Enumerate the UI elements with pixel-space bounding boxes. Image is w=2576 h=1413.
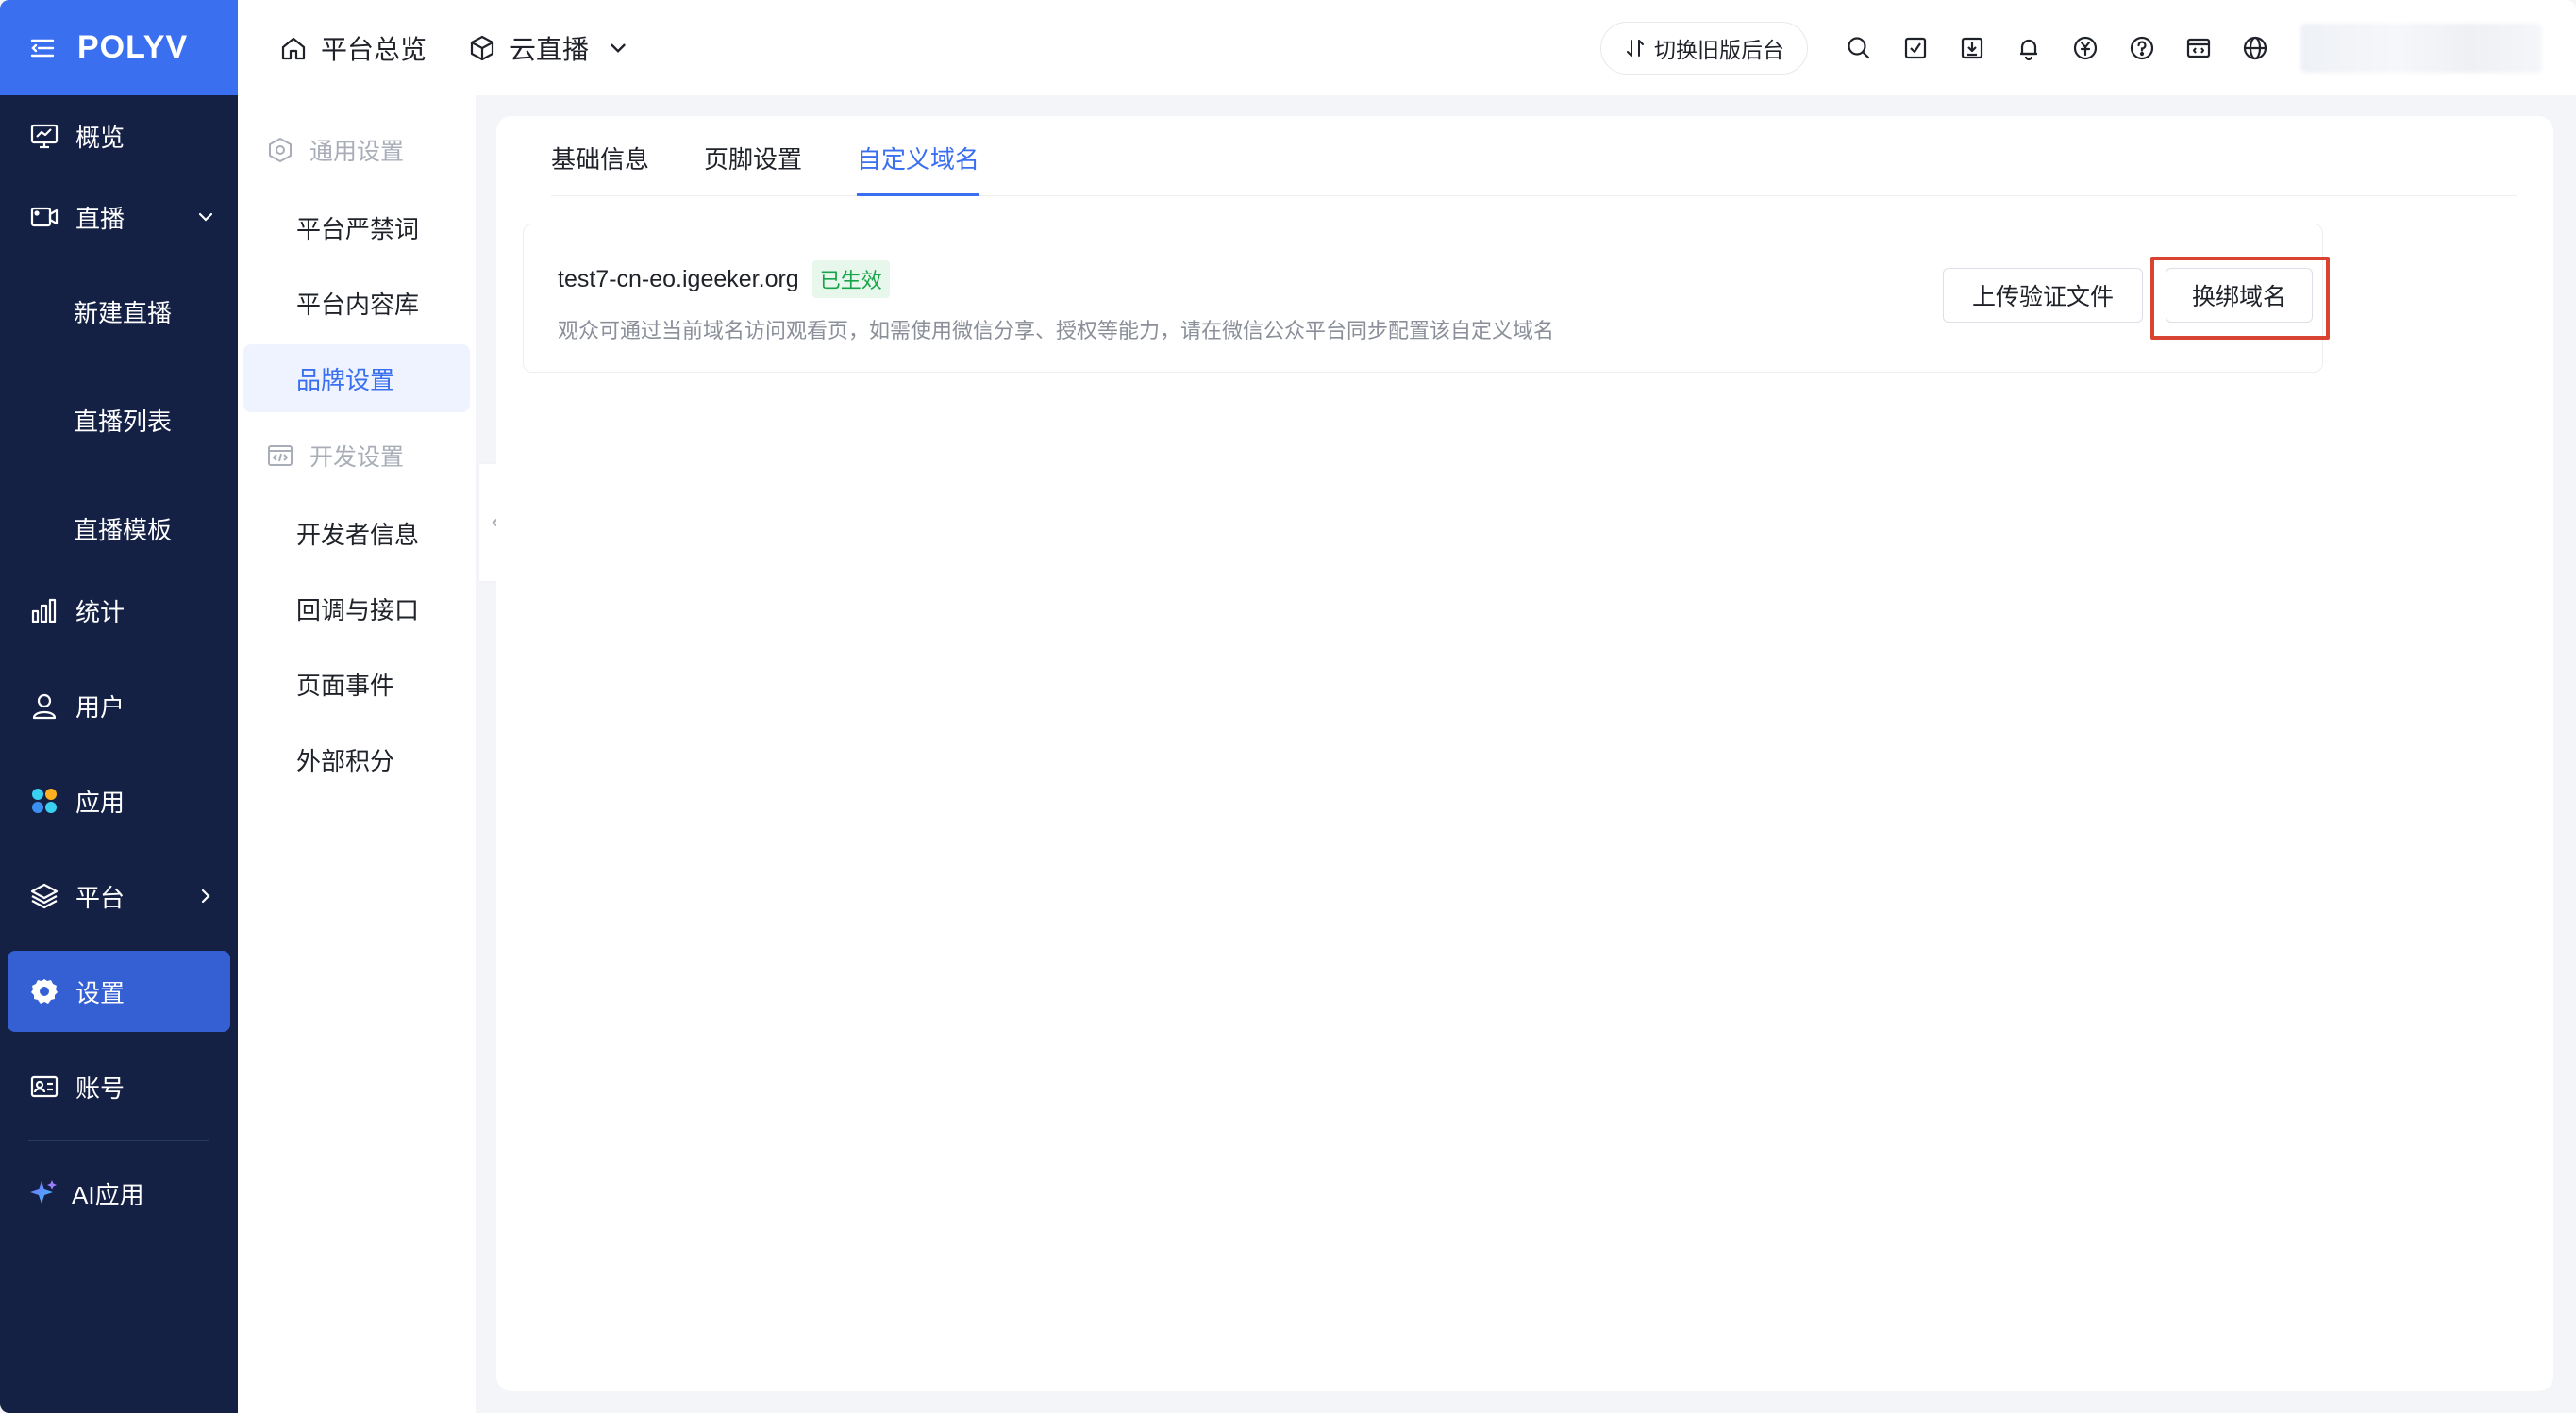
user-icon — [28, 690, 60, 722]
settings-submenu: 通用设置 平台严禁词 平台内容库 品牌设置 开发设置 开发者信息 回调与接口 页… — [238, 95, 476, 1413]
swap-icon — [1627, 39, 1644, 57]
product-switcher[interactable]: 云直播 — [468, 29, 630, 67]
tab-footer-settings[interactable]: 页脚设置 — [704, 116, 802, 195]
logo-bar: POLYV — [0, 0, 238, 95]
submenu-item-external-points[interactable]: 外部积分 — [243, 725, 470, 793]
sidebar-item-label: 应用 — [75, 788, 125, 817]
main-content: 基础信息 页脚设置 自定义域名 test7-cn-eo.igeeker.org … — [496, 116, 2553, 1391]
settings-tabs: 基础信息 页脚设置 自定义域名 — [551, 116, 2517, 196]
menu-toggle-icon[interactable] — [28, 34, 57, 62]
sidebar-item-apps[interactable]: 应用 — [0, 760, 238, 841]
task-icon[interactable] — [1901, 34, 1930, 62]
code-icon[interactable] — [2184, 34, 2213, 62]
submenu-item-content-library[interactable]: 平台内容库 — [243, 269, 470, 337]
domain-card: test7-cn-eo.igeeker.org 已生效 观众可通过当前域名访问观… — [523, 224, 2330, 373]
sidebar-subitem-new-live[interactable]: 新建直播 — [0, 258, 238, 366]
domain-description: 观众可通过当前域名访问观看页，如需使用微信分享、授权等能力，请在微信公众平台同步… — [558, 319, 1555, 342]
sidebar-item-ai[interactable]: AI应用 — [0, 1153, 238, 1234]
switch-old-console-button[interactable]: 切换旧版后台 — [1600, 21, 1808, 75]
submenu-group-label: 开发设置 — [309, 444, 405, 471]
domain-name: test7-cn-eo.igeeker.org — [558, 265, 799, 292]
main-sidebar: POLYV 概览 直播 新建直播 直播列表 直播模板 统计 用户 应用 平台 设… — [0, 0, 238, 1413]
search-icon[interactable] — [1845, 34, 1873, 62]
home-label: 平台总览 — [321, 34, 427, 64]
upload-verification-file-button[interactable]: 上传验证文件 — [1943, 268, 2143, 323]
sidebar-item-stats[interactable]: 统计 — [0, 570, 238, 651]
sidebar-item-label: 账号 — [75, 1073, 125, 1103]
id-card-icon — [28, 1071, 60, 1103]
sidebar-item-account[interactable]: 账号 — [0, 1046, 238, 1127]
submenu-item-callbacks[interactable]: 回调与接口 — [243, 574, 470, 642]
chevron-down-icon — [611, 43, 626, 53]
product-label: 云直播 — [510, 34, 590, 64]
globe-icon[interactable] — [2241, 34, 2269, 62]
switch-label: 切换旧版后台 — [1654, 37, 1784, 62]
submenu-item-banned-words[interactable]: 平台严禁词 — [243, 193, 470, 261]
sidebar-item-overview[interactable]: 概览 — [0, 95, 238, 176]
submenu-item-developer-info[interactable]: 开发者信息 — [243, 499, 470, 567]
sidebar-nav: 概览 直播 新建直播 直播列表 直播模板 统计 用户 应用 平台 设置 账号 A… — [0, 95, 238, 1234]
domain-name-row: test7-cn-eo.igeeker.org 已生效 — [558, 260, 890, 298]
user-profile-blurred[interactable] — [2300, 23, 2542, 73]
chevron-down-icon — [194, 206, 217, 228]
sidebar-divider — [28, 1140, 209, 1141]
platform-overview-link[interactable]: 平台总览 — [279, 29, 427, 67]
sidebar-item-label: 设置 — [75, 978, 125, 1007]
chevron-right-icon — [194, 885, 217, 907]
submenu-group-general: 通用设置 — [238, 114, 476, 186]
help-icon[interactable] — [2128, 34, 2156, 62]
sparkle-icon — [28, 1177, 60, 1209]
layers-icon — [28, 880, 60, 912]
sidebar-ai-label: AI应用 — [72, 1180, 144, 1209]
submenu-item-brand-settings[interactable]: 品牌设置 — [243, 344, 470, 412]
sidebar-item-label: 统计 — [75, 597, 125, 626]
sidebar-item-label: 用户 — [75, 692, 125, 722]
rebind-domain-button[interactable]: 换绑域名 — [2166, 268, 2313, 323]
status-badge: 已生效 — [811, 260, 890, 298]
header-actions: 切换旧版后台 — [1600, 0, 2542, 95]
home-icon — [281, 37, 306, 59]
sidebar-item-live[interactable]: 直播 — [0, 176, 238, 258]
tab-basic-info[interactable]: 基础信息 — [551, 116, 649, 195]
submenu-group-label: 通用设置 — [309, 139, 405, 165]
submenu-group-dev: 开发设置 — [238, 420, 476, 491]
bell-icon[interactable] — [2015, 34, 2043, 62]
sidebar-subitem-live-template[interactable]: 直播模板 — [0, 474, 238, 583]
sidebar-item-label: 平台 — [75, 883, 125, 912]
apps-icon — [28, 785, 60, 817]
cube-icon — [470, 35, 494, 60]
submenu-item-page-events[interactable]: 页面事件 — [243, 650, 470, 718]
sidebar-item-platform[interactable]: 平台 — [0, 856, 238, 937]
sidebar-subitem-live-list[interactable]: 直播列表 — [0, 366, 238, 474]
chart-icon — [28, 594, 60, 626]
top-header: 平台总览 云直播 切换旧版后台 — [238, 0, 2576, 95]
sidebar-item-label: 直播 — [75, 204, 125, 233]
sidebar-item-settings[interactable]: 设置 — [8, 951, 230, 1032]
video-icon — [28, 201, 60, 233]
monitor-icon — [28, 120, 60, 152]
sidebar-item-label: 概览 — [75, 123, 125, 152]
gear-icon — [28, 975, 60, 1007]
tab-custom-domain[interactable]: 自定义域名 — [857, 116, 980, 196]
brand-logo[interactable]: POLYV — [77, 29, 188, 66]
sidebar-item-users[interactable]: 用户 — [0, 665, 238, 746]
hexagon-settings-icon — [269, 138, 292, 162]
download-icon[interactable] — [1958, 34, 1986, 62]
code-window-icon — [268, 445, 293, 466]
billing-icon[interactable] — [2071, 34, 2099, 62]
